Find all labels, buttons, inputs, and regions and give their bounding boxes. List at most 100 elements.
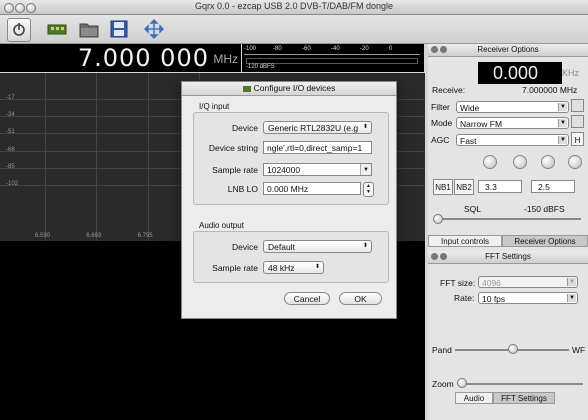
agc-select[interactable]: Fast ▼	[456, 134, 569, 146]
filter-value: Wide	[460, 103, 480, 113]
chevron-down-icon[interactable]: ▼	[360, 164, 371, 175]
meter-unit: -120 dBFS	[246, 64, 275, 70]
receiver-options-title: Receiver Options	[477, 45, 539, 54]
nb2-threshold-spinbox[interactable]: 2.5	[531, 180, 575, 193]
meter-scale-tick: -80	[273, 46, 282, 52]
audio-device-select[interactable]: Default ⬍	[263, 240, 372, 253]
chevron-down-icon: ▼	[558, 136, 567, 144]
fft-settings-title: FFT Settings	[485, 252, 531, 261]
receiver-offset-display[interactable]: 0.000	[478, 62, 562, 84]
receiver-offset-value[interactable]: 0.000	[493, 63, 538, 83]
device-select[interactable]: Generic RTL2832U (e.g ⬍	[263, 121, 372, 134]
device-label: Device	[232, 123, 258, 133]
float-icon[interactable]	[440, 46, 447, 53]
audio-sample-rate-value: 48 kHz	[268, 263, 295, 273]
audio-device-label: Device	[232, 242, 258, 252]
tab-receiver-options[interactable]: Receiver Options	[502, 235, 588, 247]
sql-label: SQL	[464, 204, 482, 214]
signal-meter: -100 -80 -60 -40 -20 0 -120 dBFS	[242, 44, 424, 72]
meter-scale-tick: 0	[389, 46, 393, 52]
float-icon[interactable]	[440, 253, 447, 260]
spectrum-y-tick: -68	[6, 146, 15, 153]
meter-scale-tick: -20	[360, 46, 369, 52]
zoom-slider[interactable]	[459, 383, 583, 385]
agc-value: Fast	[460, 136, 477, 146]
tab-input-controls[interactable]: Input controls	[428, 235, 502, 247]
pandapter-slider-handle[interactable]	[508, 344, 518, 354]
squelch-slider[interactable]	[435, 218, 581, 220]
close-icon[interactable]	[431, 46, 438, 53]
fft-size-select[interactable]: 4096 ▼	[478, 276, 578, 288]
nb1-threshold-spinbox[interactable]: 3.3	[478, 180, 522, 193]
folder-icon[interactable]	[78, 18, 100, 40]
save-icon[interactable]	[108, 18, 130, 40]
tab-fft-settings[interactable]: FFT Settings	[493, 392, 555, 404]
spectrum-y-tick: -85	[6, 163, 15, 170]
mode-options-button[interactable]	[571, 115, 584, 128]
chevron-updown-icon: ⬍	[314, 264, 321, 270]
sample-rate-input[interactable]: 1024000 ▼	[263, 163, 372, 176]
tab-receiver-options-label: Receiver Options	[514, 237, 576, 246]
cancel-button[interactable]: Cancel	[284, 292, 330, 305]
meter-scale-tick: -60	[302, 46, 311, 52]
audio-sample-rate-select[interactable]: 48 kHz ⬍	[263, 261, 324, 274]
agc-gain-knob[interactable]	[568, 155, 582, 169]
frequency-display[interactable]: 7.000 000 MHz	[0, 44, 241, 72]
mode-value: Narrow FM	[460, 119, 503, 129]
audio-output-group-label: Audio output	[199, 221, 244, 230]
tab-audio[interactable]: Audio	[455, 392, 493, 404]
receive-value: 7.000000 MHz	[522, 85, 578, 95]
device-value: Generic RTL2832U (e.g	[268, 123, 359, 133]
receive-label: Receive:	[432, 85, 466, 95]
spectrum-x-tick: 6.590	[35, 233, 51, 239]
sample-rate-label: Sample rate	[212, 165, 258, 175]
filter-options-button[interactable]	[571, 99, 584, 112]
frequency-unit: MHz	[213, 52, 238, 66]
tab-fft-settings-label: FFT Settings	[501, 394, 547, 403]
close-icon[interactable]	[431, 253, 438, 260]
receiver-options-header: Receiver Options	[428, 44, 588, 57]
window-titlebar: Gqrx 0.0 - ezcap USB 2.0 DVB-T/DAB/FM do…	[0, 0, 588, 15]
lnb-lo-value: 0.000 MHz	[267, 184, 309, 194]
lnb-lo-input[interactable]: 0.000 MHz	[263, 182, 361, 195]
agc-hang-button[interactable]: H	[571, 132, 584, 146]
mode-label: Mode	[431, 118, 453, 128]
ok-button[interactable]: OK	[339, 292, 382, 305]
spectrum-y-tick: -34	[6, 112, 15, 119]
filter-select[interactable]: Wide ▼	[456, 101, 569, 113]
agc-decay-knob[interactable]	[513, 155, 527, 169]
meter-scale-tick: -40	[331, 46, 340, 52]
move-icon[interactable]	[143, 18, 165, 40]
spectrum-y-tick: -102	[6, 181, 19, 187]
zoom-slider-handle[interactable]	[457, 378, 467, 388]
agc-label: AGC	[431, 135, 450, 145]
device-string-label: Device string	[208, 143, 258, 153]
dialog-title: Configure I/O devices	[253, 83, 336, 93]
spectrum-x-tick: 6.693	[86, 233, 102, 239]
nb1-label: NB1	[435, 183, 451, 192]
device-board-icon[interactable]	[46, 18, 68, 40]
sample-rate-value: 1024000	[267, 165, 301, 175]
lnb-lo-label: LNB LO	[227, 184, 258, 194]
squelch-slider-handle[interactable]	[433, 214, 443, 224]
fft-size-label: FFT size:	[440, 278, 476, 288]
frequency-value[interactable]: 7.000 000	[78, 44, 209, 72]
device-string-input[interactable]: ngle',rtl=0,direct_samp=1	[263, 141, 372, 154]
sql-value: -150 dBFS	[524, 204, 565, 214]
mode-select[interactable]: Narrow FM ▼	[456, 117, 569, 129]
device-board-icon	[242, 85, 251, 92]
spectrum-gridline	[147, 73, 149, 241]
power-icon[interactable]	[7, 18, 31, 42]
agc-threshold-knob[interactable]	[483, 155, 497, 169]
lnb-lo-stepper[interactable]: ▲ ▼	[363, 182, 374, 197]
chevron-updown-icon: ⬍	[362, 243, 369, 249]
agc-slope-knob[interactable]	[541, 155, 555, 169]
rate-select[interactable]: 10 fps ▼	[478, 292, 578, 304]
cancel-label: Cancel	[293, 294, 321, 304]
nb2-threshold-value: 2.5	[538, 182, 550, 192]
nb1-button[interactable]: NB1	[433, 179, 453, 195]
tab-input-controls-label: Input controls	[440, 237, 490, 246]
receiver-offset-unit: KHz	[562, 68, 580, 78]
nb2-button[interactable]: NB2	[454, 179, 474, 195]
chevron-down-icon: ▼	[567, 278, 576, 286]
